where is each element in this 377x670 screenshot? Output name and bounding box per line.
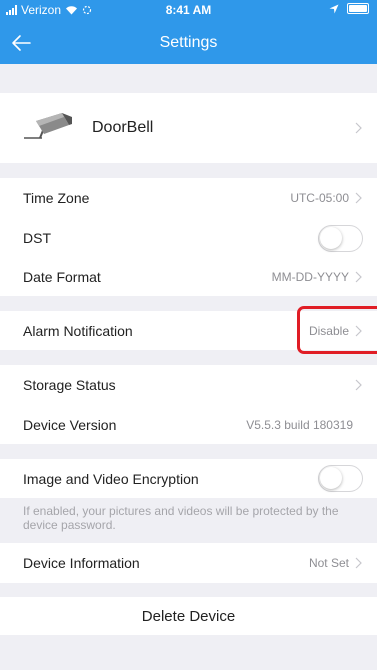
date-format-value: MM-DD-YYYY [271, 270, 349, 284]
device-information-label: Device Information [23, 555, 140, 571]
dst-toggle[interactable] [318, 224, 363, 252]
storage-status-label: Storage Status [23, 377, 116, 393]
alarm-notification-label: Alarm Notification [23, 322, 133, 339]
device-information-row[interactable]: Device Information Not Set [0, 543, 377, 583]
status-right [329, 3, 369, 14]
device-row[interactable]: DoorBell [0, 93, 377, 163]
time-zone-value: UTC-05:00 [290, 191, 349, 205]
page-title: Settings [159, 34, 218, 51]
date-format-label: Date Format [23, 269, 101, 285]
status-time: 8:41 AM [165, 3, 212, 17]
delete-device-button[interactable]: Delete Device [0, 597, 377, 635]
date-format-row[interactable]: Date Format MM-DD-YYYY [0, 258, 377, 296]
device-version-row: Device Version V5.5.3 build 180319 [0, 405, 377, 444]
chevron-right-icon [355, 192, 362, 204]
device-version-label: Device Version [23, 416, 117, 433]
chevron-right-icon [355, 271, 362, 283]
location-arrow-icon [329, 4, 339, 13]
encryption-hint: If enabled, your pictures and videos wil… [23, 504, 339, 532]
encryption-row: Image and Video Encryption [0, 459, 377, 498]
chevron-right-icon [355, 122, 362, 134]
toggle-knob [320, 467, 342, 489]
highlight-box [297, 306, 377, 354]
security-camera-icon [24, 113, 72, 139]
status-bar: Verizon 8:41 AM [0, 0, 377, 20]
dst-row: DST [0, 218, 377, 258]
delete-device-label: Delete Device [141, 607, 236, 625]
chevron-right-icon [355, 379, 362, 391]
device-name: DoorBell [92, 119, 154, 136]
nav-bar: Verizon 8:41 AM Settings [0, 0, 377, 64]
battery-icon [347, 3, 369, 14]
time-zone-row[interactable]: Time Zone UTC-05:00 [0, 178, 377, 218]
device-information-value: Not Set [308, 556, 349, 570]
encryption-label: Image and Video Encryption [23, 470, 199, 487]
device-version-value: V5.5.3 build 180319 [246, 417, 353, 432]
time-zone-label: Time Zone [23, 190, 90, 206]
storage-status-row[interactable]: Storage Status [0, 365, 377, 405]
chevron-right-icon [355, 557, 362, 569]
dst-label: DST [23, 230, 51, 246]
toggle-knob [320, 226, 342, 249]
encryption-toggle[interactable] [318, 465, 363, 492]
